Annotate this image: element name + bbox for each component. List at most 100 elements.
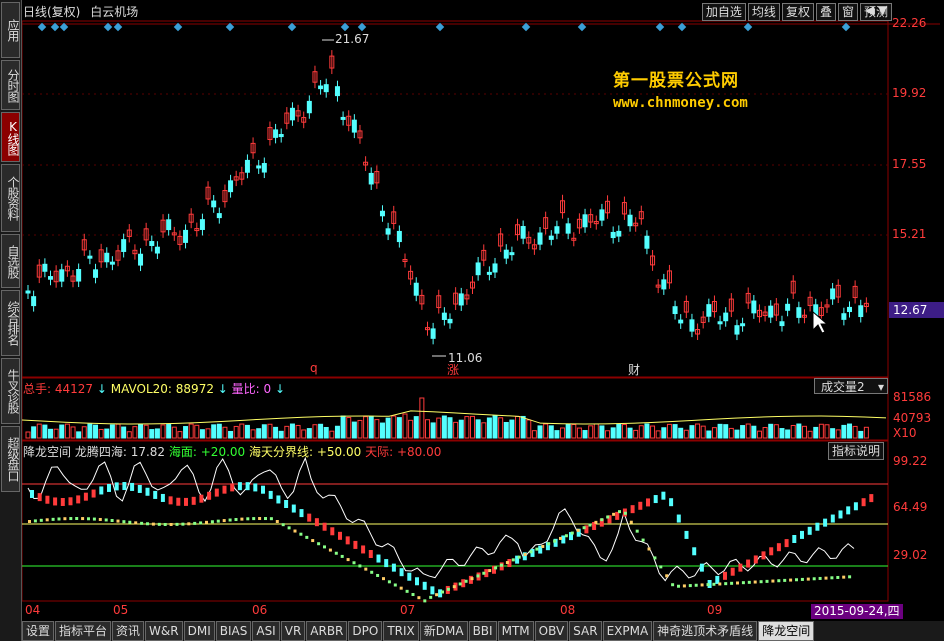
dragon-dot [541, 544, 545, 548]
dragon-dot [665, 574, 669, 578]
signal-bar [276, 495, 281, 504]
sidebar-tab-diagnosis[interactable]: 牛叉诊股 [1, 358, 20, 424]
dragon-dot [69, 517, 73, 521]
dragon-dot [199, 521, 203, 525]
candle-body [565, 223, 571, 234]
dragon-dot [146, 522, 149, 526]
signal-bar [191, 496, 196, 505]
tab-sar[interactable]: SAR [569, 621, 602, 641]
tab-wr[interactable]: W&R [145, 621, 183, 641]
total-volume: 总手: 44127 [23, 382, 94, 396]
signal-bar [769, 547, 774, 556]
indicator-name: 降龙空间 [23, 445, 72, 459]
volume-bar [250, 429, 256, 439]
dragon-dot [488, 569, 492, 573]
volume-bar [205, 428, 211, 439]
tab-expma[interactable]: EXPMA [602, 621, 653, 641]
dragon-dot [688, 584, 692, 588]
sidebar-tab-kline[interactable]: K线图 [1, 112, 20, 162]
dragon-dot [163, 522, 167, 526]
sidebar-tab-profile[interactable]: 个股资料 [1, 164, 20, 232]
dragon-dot [411, 593, 415, 597]
signal-bar [137, 484, 142, 493]
tab-top-escape[interactable]: 神奇逃顶术矛盾线 [653, 621, 758, 641]
volume-bar [132, 426, 138, 439]
sidebar-tab-level2[interactable]: 超级盘口 [1, 426, 20, 492]
tab-asi[interactable]: ASI [252, 621, 280, 641]
tab-obv[interactable]: OBV [534, 621, 569, 641]
candle-body [616, 230, 622, 237]
event-marker[interactable]: 涨 [447, 361, 459, 378]
dragon-dot [747, 580, 751, 584]
volume-bar [59, 424, 65, 439]
tab-dragon-space[interactable]: 降龙空间 [758, 621, 815, 641]
tab-news[interactable]: 资讯 [112, 621, 145, 641]
dropdown-arrow-icon: ▾ [877, 380, 884, 394]
dragon-dot [629, 520, 633, 524]
tab-bbi[interactable]: BBI [468, 621, 497, 641]
adjust-button[interactable]: 复权 [781, 3, 814, 21]
signal-bar [784, 539, 789, 548]
tab-new-dma[interactable]: 新DMA [419, 621, 468, 641]
volume-bar [503, 421, 509, 439]
moving-average-button[interactable]: 均线 [747, 3, 780, 21]
window-button[interactable]: 窗 [837, 3, 858, 21]
tab-mtm[interactable]: MTM [497, 621, 534, 641]
dragon-dot [246, 517, 250, 521]
dragon-dot [293, 529, 297, 533]
sidebar-tab-ranking[interactable]: 综合排名 [1, 290, 20, 356]
dragon-dot [210, 520, 214, 524]
candle-body [661, 279, 667, 290]
candle-body [368, 172, 374, 185]
volume-bar [824, 424, 830, 439]
dragon-dot [759, 580, 763, 584]
candle-body [183, 229, 189, 243]
dragon-dot [671, 583, 675, 587]
candle-body [306, 100, 312, 114]
volume-bar [492, 415, 498, 439]
volume-indicator-select[interactable]: 成交量2 ▾ [814, 378, 888, 394]
volume-bar [194, 424, 200, 439]
signal-bar [253, 483, 258, 492]
tab-vr[interactable]: VR [280, 621, 306, 641]
dragon-dot [81, 517, 85, 521]
signal-bar [345, 536, 350, 545]
candle-body [351, 119, 357, 133]
tab-settings[interactable]: 设置 [22, 621, 55, 641]
indicator-explain-button[interactable]: 指标说明 [828, 442, 885, 460]
overlay-button[interactable]: 叠 [815, 3, 836, 21]
event-marker[interactable]: q [310, 361, 318, 375]
signal-bar [284, 500, 289, 508]
volume-bar [481, 422, 487, 439]
signal-bar [122, 482, 127, 491]
period-label[interactable]: 日线(复权) [23, 5, 80, 19]
dragon-dot [33, 519, 37, 523]
sidebar-tab-apps[interactable]: 应用 [1, 2, 20, 58]
volume-bar [93, 424, 99, 439]
sidebar-tab-watchlist[interactable]: 自选股 [1, 234, 20, 288]
dragon-dot [795, 578, 798, 582]
tab-indicator-platform[interactable]: 指标平台 [55, 621, 112, 641]
dragon-dot [712, 582, 716, 586]
dragon-dot [299, 532, 303, 536]
oscillator-line [27, 456, 855, 582]
volume-bar [554, 430, 560, 439]
tab-dpo[interactable]: DPO [348, 621, 383, 641]
candle-body [796, 307, 802, 318]
sidebar-tab-intraday[interactable]: 分时图 [1, 60, 20, 110]
volume-bar [211, 424, 217, 439]
add-watchlist-button[interactable]: 加自选 [701, 3, 746, 21]
dragon-dot [576, 528, 580, 532]
candle-body [216, 213, 222, 219]
tab-dmi[interactable]: DMI [183, 621, 215, 641]
nav-arrows-icon[interactable]: ◀ ▼ [865, 3, 887, 17]
tab-trix[interactable]: TRIX [383, 621, 419, 641]
volume-bar [672, 424, 678, 439]
dragon-dot [777, 579, 781, 583]
volume-bar [261, 424, 267, 439]
signal-bar [669, 498, 674, 507]
tab-arbr[interactable]: ARBR [306, 621, 348, 641]
volume-bar [858, 430, 864, 439]
event-marker[interactable]: 财 [628, 361, 640, 378]
tab-bias[interactable]: BIAS [215, 621, 252, 641]
